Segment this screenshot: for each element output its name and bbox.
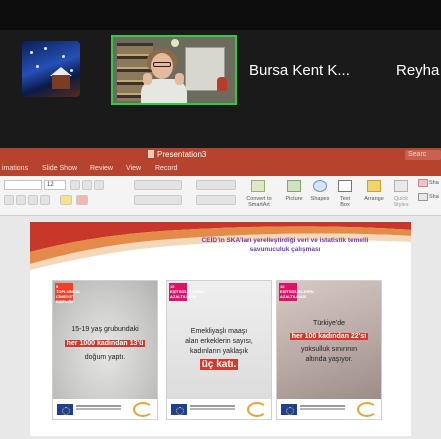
funding-fine-print	[300, 405, 345, 407]
snow-flake	[44, 47, 47, 50]
ceid-logo-icon	[357, 402, 377, 417]
clear-format-button[interactable]	[94, 180, 104, 190]
snow-flake	[36, 65, 39, 68]
speaker-glasses	[153, 62, 171, 67]
tab-animations[interactable]: imations	[2, 162, 28, 176]
background-figure	[217, 77, 227, 91]
search-input[interactable]: Searc	[405, 150, 441, 160]
ppt-ribbon: 12 Convert to SmartArt Picture Shapes Te…	[0, 176, 441, 216]
window-title-text: Presentation3	[157, 150, 207, 159]
bullets-group[interactable]	[134, 180, 182, 190]
speaker-hand-right	[175, 73, 184, 85]
speaker-hand-left	[143, 73, 152, 85]
stat-card-3[interactable]: 10 EŞİTSİZLİKLERİN AZALTILMASI Türkiye'd…	[276, 280, 382, 420]
stat-card-1[interactable]: 5 TOPLUMSAL CİNSİYET EŞİTLİĞİ 15-19 yaş …	[52, 280, 158, 420]
text-box-label[interactable]: Text Box	[335, 196, 355, 208]
decrease-font-button[interactable]	[82, 180, 92, 190]
font-size-field[interactable]: 12	[44, 180, 66, 190]
funding-fine-print	[190, 405, 235, 407]
participant-avatar-thumbnail[interactable]	[22, 41, 80, 97]
eu-flag-icon	[281, 404, 297, 415]
ceid-logo-icon	[133, 402, 153, 417]
bold-button[interactable]	[4, 195, 14, 205]
arrange-icon[interactable]	[367, 180, 381, 192]
increase-font-button[interactable]	[70, 180, 80, 190]
shape-outline-label[interactable]: Sha	[429, 194, 441, 200]
document-icon	[148, 150, 154, 158]
ppt-ribbon-tabs: imations Slide Show Review View Record	[0, 162, 441, 176]
smartart-icon[interactable]	[251, 180, 265, 192]
card-1-footer	[53, 399, 157, 419]
alignment-group[interactable]	[134, 195, 182, 205]
shapes-icon[interactable]	[313, 180, 327, 192]
picture-icon[interactable]	[287, 180, 301, 192]
shapes-label[interactable]: Shapes	[308, 196, 332, 202]
card-2-footer	[167, 399, 271, 419]
card-2-highlight: üç katı.	[199, 359, 239, 370]
card-1-highlight-row: her 1000 kadından 13'ü	[53, 339, 157, 349]
screen: Bursa Kent K... Reyha Presentation3 Sear…	[0, 0, 441, 439]
ppt-title-bar: Presentation3 Searc	[0, 148, 441, 162]
card-1-line-3: doğum yaptı.	[84, 354, 126, 361]
ceiling-lamp	[171, 39, 179, 47]
tab-view[interactable]: View	[126, 162, 141, 176]
underline-button[interactable]	[28, 195, 38, 205]
italic-button[interactable]	[16, 195, 26, 205]
card-3-highlight-row: her 100 kadından 22'si	[277, 332, 381, 342]
shape-fill-icon[interactable]	[418, 179, 428, 187]
card-2-line-3: kadınların yaklaşık	[190, 348, 248, 355]
card-3-line-4: altında yaşıyor.	[305, 356, 353, 363]
arrange-label[interactable]: Arrange	[362, 196, 386, 202]
convert-smartart-label[interactable]: Convert to SmartArt	[242, 196, 276, 208]
heading-line-1: CEİD’in SKA’ları yerelleştirdiği veri ve…	[201, 237, 369, 244]
strikethrough-button[interactable]	[40, 195, 50, 205]
card-3-highlight: her 100 kadından 22'si	[289, 333, 369, 340]
picture-label[interactable]: Picture	[282, 196, 306, 202]
zoom-video-strip: Bursa Kent K... Reyha	[0, 0, 441, 148]
slide[interactable]: CEİD’in SKA’ları yerelleştirdiği veri ve…	[30, 222, 411, 436]
card-2-line-1: Emekliyaşlı maaşı	[190, 328, 248, 335]
quick-styles-label[interactable]: Quick Styles	[390, 196, 412, 208]
house	[52, 75, 70, 89]
card-3-line-3: yoksulluk sınırının	[300, 346, 358, 353]
stat-card-2[interactable]: 10 EŞİTSİZLİKLERİN AZALTILMASI Emekliyaş…	[166, 280, 272, 420]
heading-line-2: savunuculuk çalışması	[249, 246, 321, 253]
tab-review[interactable]: Review	[90, 162, 113, 176]
sdg-10-icon: 10 EŞİTSİZLİKLERİN AZALTILMASI	[169, 283, 204, 301]
shape-fill-label[interactable]: Sha	[429, 180, 441, 186]
card-3-footer	[277, 399, 381, 419]
funding-fine-print	[76, 405, 121, 407]
participant-name-bursa[interactable]: Bursa Kent K...	[249, 62, 350, 79]
window-title: Presentation3	[148, 148, 206, 162]
participant-name-reyha[interactable]: Reyha	[396, 62, 439, 79]
text-direction-group[interactable]	[196, 180, 236, 190]
eu-flag-icon	[171, 404, 187, 415]
sdg-5-icon: 5 TOPLUMSAL CİNSİYET EŞİTLİĞİ	[55, 283, 81, 304]
slide-heading: CEİD’in SKA’ları yerelleştirdiği veri ve…	[180, 236, 390, 254]
sdg-10-icon: 10 EŞİTSİZLİKLERİN AZALTILMASI	[279, 283, 314, 301]
font-name-field[interactable]	[4, 180, 42, 190]
active-speaker-video[interactable]	[111, 35, 237, 105]
card-3-line-1: Türkiye'de	[312, 320, 346, 327]
font-color-button[interactable]	[76, 195, 88, 205]
snow-flake	[30, 51, 33, 54]
text-box-icon[interactable]	[338, 180, 352, 192]
tab-record[interactable]: Record	[155, 162, 178, 176]
snow-flake	[62, 55, 65, 58]
tab-slide-show[interactable]: Slide Show	[42, 162, 77, 176]
highlight-color-button[interactable]	[60, 195, 72, 205]
card-1-highlight: her 1000 kadından 13'ü	[64, 340, 146, 347]
shape-outline-icon[interactable]	[418, 193, 428, 201]
card-2-line-2: alan erkeklerin sayısı,	[185, 338, 253, 345]
ceid-logo-icon	[247, 402, 267, 417]
card-1-line-1: 15-19 yaş grubundaki	[71, 326, 139, 333]
quick-styles-icon[interactable]	[394, 180, 408, 192]
eu-flag-icon	[57, 404, 73, 415]
align-text-group[interactable]	[196, 195, 236, 205]
card-2-highlight-row: üç katı.	[167, 359, 271, 371]
zoom-top-band	[0, 0, 441, 30]
